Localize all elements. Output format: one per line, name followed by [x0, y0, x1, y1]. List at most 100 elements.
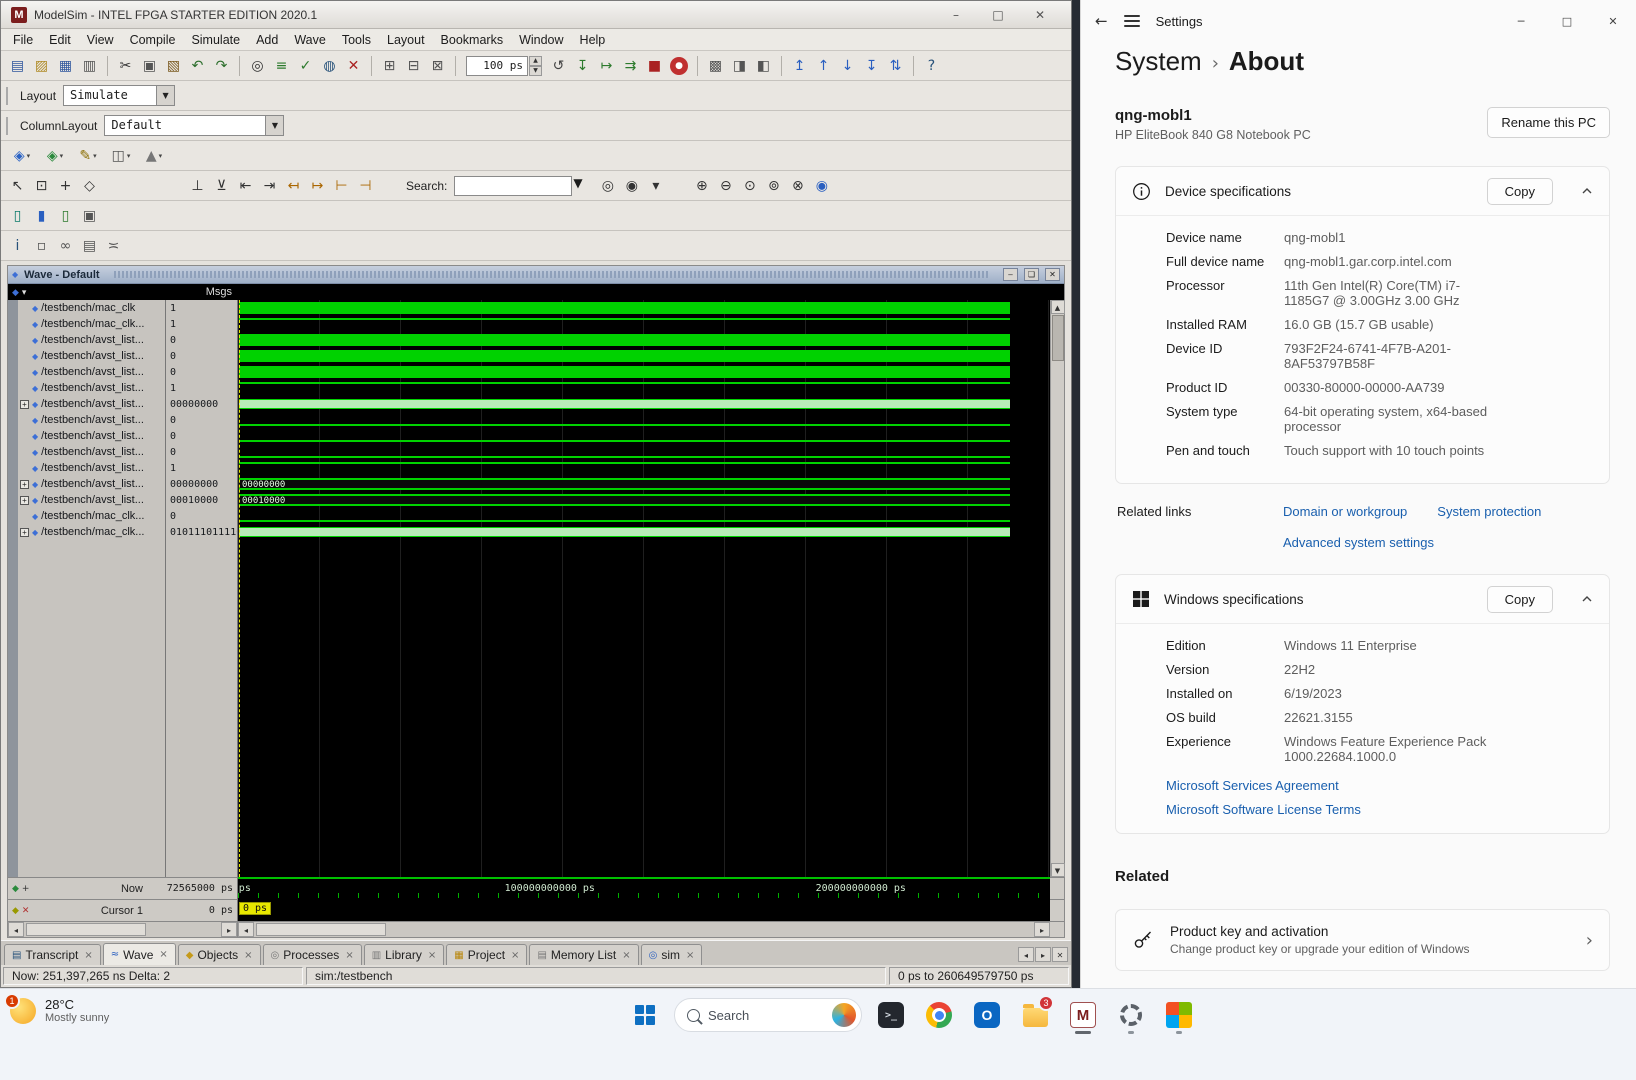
add-wave-icon[interactable]: ⊞: [378, 54, 401, 77]
modelsim-titlebar[interactable]: M ModelSim - INTEL FPGA STARTER EDITION …: [1, 1, 1071, 29]
wave-row[interactable]: [238, 444, 1050, 460]
chevron-down-icon[interactable]: ▾: [159, 152, 163, 160]
link-microsoft-services-agreement[interactable]: Microsoft Services Agreement: [1166, 778, 1593, 793]
breadcrumb-system[interactable]: System: [1115, 46, 1202, 77]
tab-wave[interactable]: ≈ Wave ×: [102, 943, 176, 965]
restart-icon[interactable]: ↺: [547, 54, 570, 77]
add-to-wave-icon[interactable]: ◈ ▾: [39, 144, 71, 167]
spin-down-icon[interactable]: ▼: [529, 65, 542, 76]
object-info-icon[interactable]: i: [6, 234, 29, 257]
menu-view[interactable]: View: [79, 30, 122, 50]
wave-row[interactable]: 00000000: [238, 476, 1050, 492]
continue-run-icon[interactable]: ↦: [595, 54, 618, 77]
add-log-icon[interactable]: ⊟: [402, 54, 425, 77]
cursor-time-box[interactable]: 0 ps: [239, 902, 272, 915]
remove-item-icon[interactable]: ⊠: [426, 54, 449, 77]
wave-row[interactable]: [238, 524, 1050, 540]
compile-icon[interactable]: ≡: [270, 54, 293, 77]
minimize-icon[interactable]: –: [935, 8, 977, 22]
pan-mode-icon[interactable]: +: [54, 174, 77, 197]
find-first-icon[interactable]: ↥: [788, 54, 811, 77]
end-simulation-icon[interactable]: ✕: [342, 54, 365, 77]
signal-name-row[interactable]: ◆/testbench/avst_list...: [18, 348, 165, 364]
wave-row[interactable]: [238, 428, 1050, 444]
signal-values-column[interactable]: 1 1 0 0 0 1 00000000 0 0 0 1 00000000 00010000 0 01011…: [166, 300, 238, 877]
wave-row[interactable]: [238, 300, 1050, 316]
panel-minimize-icon[interactable]: –: [1003, 268, 1018, 281]
cursor-tool-icons[interactable]: ◆ ✕: [12, 906, 29, 916]
cursor-track[interactable]: 0 ps: [238, 899, 1050, 921]
save-icon[interactable]: ▦: [54, 54, 77, 77]
wave-row[interactable]: [238, 412, 1050, 428]
tab-close-icon[interactable]: ×: [511, 950, 519, 961]
find-next-icon[interactable]: ↓: [836, 54, 859, 77]
wave-row[interactable]: [238, 332, 1050, 348]
menu-file[interactable]: File: [5, 30, 41, 50]
taskbar-search[interactable]: Search: [674, 998, 862, 1032]
add-to-list-icon[interactable]: ✎ ▾: [72, 144, 104, 167]
chevron-down-icon[interactable]: ▼: [265, 116, 284, 135]
scroll-right-icon[interactable]: ▸: [1034, 922, 1050, 937]
tab-close-icon[interactable]: ×: [428, 950, 436, 961]
start-button[interactable]: [624, 995, 666, 1035]
product-key-card[interactable]: Product key and activation Change produc…: [1115, 909, 1610, 971]
dataflow-icon[interactable]: ◧: [752, 54, 775, 77]
taskbar-terminal-button[interactable]: >_: [870, 995, 912, 1035]
taskbar-outlook-button[interactable]: O: [966, 995, 1008, 1035]
cursor-tool-icons[interactable]: ◆ +: [12, 884, 29, 894]
toolbar-grip[interactable]: [6, 116, 11, 135]
zoom-mode-icon[interactable]: ⊡: [30, 174, 53, 197]
columnlayout-combobox[interactable]: Default ▼: [104, 115, 285, 136]
coverage-icon[interactable]: ◨: [728, 54, 751, 77]
expand-icon[interactable]: +: [20, 527, 29, 537]
chevron-down-icon[interactable]: ▾: [27, 152, 31, 160]
search-dropdown-icon[interactable]: ▼: [573, 176, 589, 196]
tab-library[interactable]: ▥ Library ×: [363, 944, 445, 965]
print-icon[interactable]: ▥: [78, 54, 101, 77]
toolbar-grip[interactable]: [6, 86, 11, 105]
link-microsoft-software-license-terms[interactable]: Microsoft Software License Terms: [1166, 802, 1593, 817]
find-last-icon[interactable]: ↧: [860, 54, 883, 77]
copy-windows-specs-button[interactable]: Copy: [1486, 585, 1553, 613]
menu-bookmarks[interactable]: Bookmarks: [433, 30, 512, 50]
scroll-left-icon[interactable]: ◂: [238, 922, 254, 937]
previous-transition-icon[interactable]: ⇤: [234, 174, 257, 197]
menu-help[interactable]: Help: [572, 30, 614, 50]
device-specs-header[interactable]: Device specifications Copy: [1116, 167, 1609, 215]
signal-name-row[interactable]: + ◆/testbench/avst_list...: [18, 492, 165, 508]
signal-name-row[interactable]: + ◆/testbench/avst_list...: [18, 476, 165, 492]
run-icon[interactable]: ↧: [571, 54, 594, 77]
find-icon[interactable]: ◎: [246, 54, 269, 77]
vertical-scrollbar[interactable]: ▲ ▼: [1050, 300, 1065, 877]
insert-cursor-icon[interactable]: ⊥: [186, 174, 209, 197]
tab-close-icon[interactable]: ×: [84, 950, 92, 961]
wave-hscrollbar[interactable]: ◂ ▸: [238, 922, 1050, 937]
previous-falling-edge-icon[interactable]: ↤: [282, 174, 305, 197]
scroll-down-icon[interactable]: ▼: [1050, 863, 1065, 877]
chevron-down-icon[interactable]: ▾: [60, 152, 64, 160]
previous-rising-edge-icon[interactable]: ⊢: [330, 174, 353, 197]
maximize-icon[interactable]: □: [977, 8, 1019, 22]
run-length-spinner[interactable]: ▲ ▼: [529, 55, 542, 76]
find-previous-icon[interactable]: ↑: [812, 54, 835, 77]
next-rising-edge-icon[interactable]: ⊣: [354, 174, 377, 197]
tab-transcript[interactable]: ▤ Transcript ×: [4, 944, 101, 965]
next-transition-icon[interactable]: ⇥: [258, 174, 281, 197]
add-to-log-icon[interactable]: ◫ ▾: [105, 144, 137, 167]
properties-icon[interactable]: ▫: [30, 234, 53, 257]
wave-row[interactable]: [238, 396, 1050, 412]
cursor-color-icon[interactable]: ◆: [12, 906, 19, 916]
scrollbar-thumb[interactable]: [1051, 315, 1064, 361]
delete-cursor-icon[interactable]: ✕: [22, 906, 30, 916]
taskbar-file-explorer-button[interactable]: 3: [1014, 995, 1056, 1035]
taskbar-chrome-button[interactable]: [918, 995, 960, 1035]
wave-row[interactable]: 00010000: [238, 492, 1050, 508]
wave-row[interactable]: [238, 460, 1050, 476]
new-file-icon[interactable]: ▤: [6, 54, 29, 77]
scrollbar-thumb[interactable]: [26, 923, 146, 936]
open-file-icon[interactable]: ▨: [30, 54, 53, 77]
signal-names-column[interactable]: ◆/testbench/mac_clk ◆/testbench/mac_clk..…: [18, 300, 166, 877]
compile-all-icon[interactable]: ✓: [294, 54, 317, 77]
search-options-icon[interactable]: ▾: [644, 174, 667, 197]
tab-scroll-right-icon[interactable]: ▸: [1035, 947, 1051, 962]
